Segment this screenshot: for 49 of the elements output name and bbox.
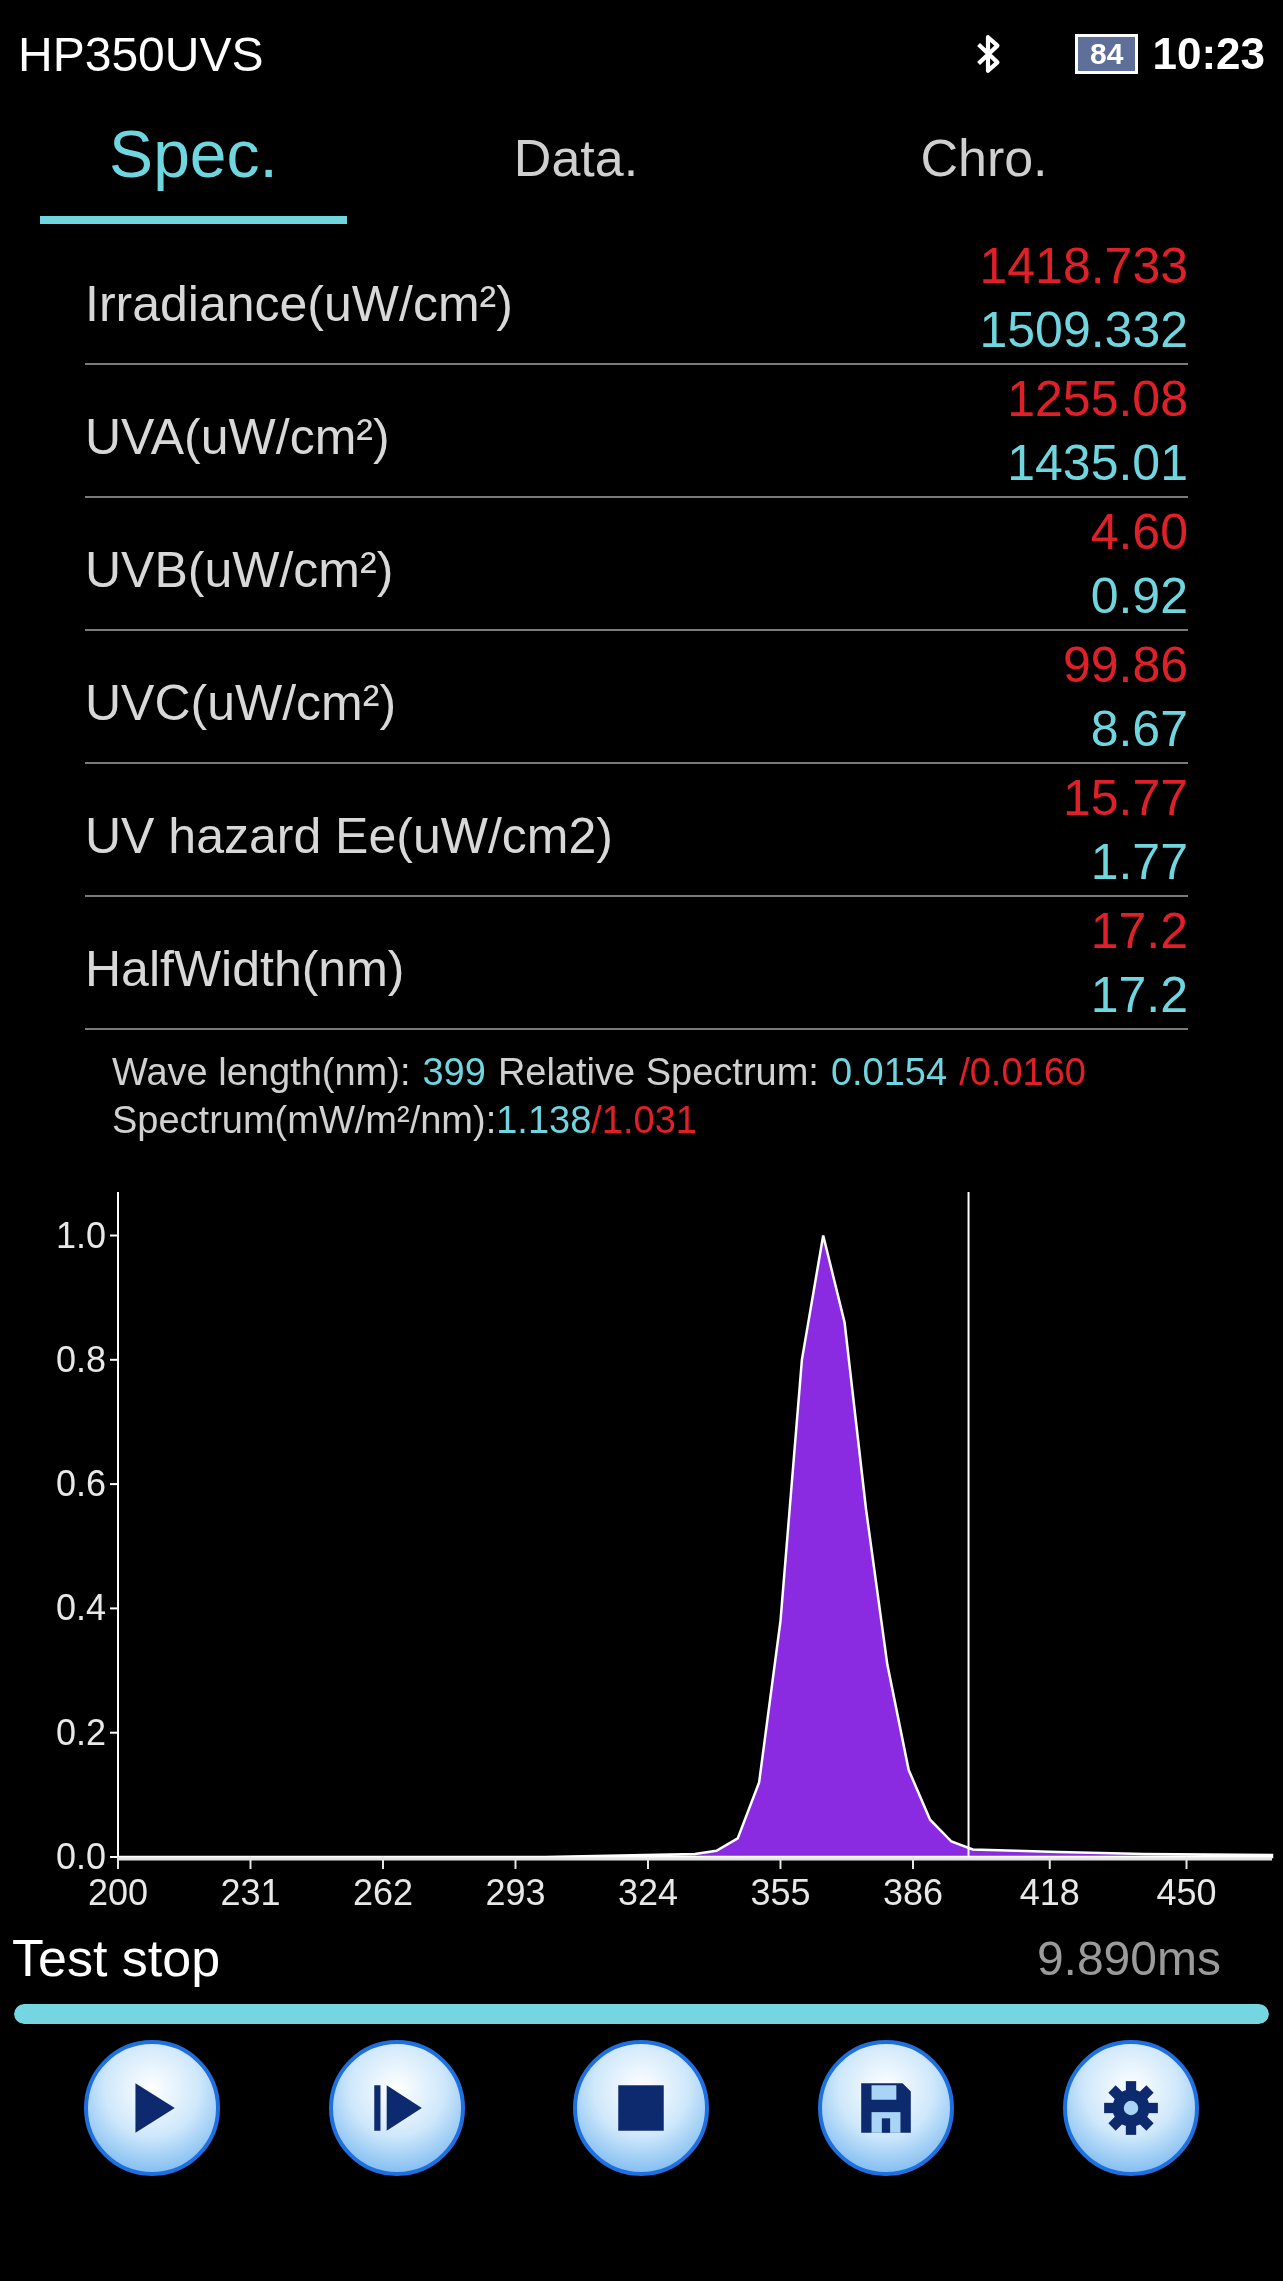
- cursor-line[interactable]: [967, 1191, 970, 1858]
- y-tick-label: 0.6: [55, 1463, 106, 1505]
- measured-value: 17.2: [1090, 965, 1188, 1025]
- x-tick-label: 324: [617, 1872, 678, 1912]
- device-title: HP350UVS: [18, 26, 264, 82]
- x-tick-label: 450: [1156, 1872, 1217, 1912]
- reading-label: Irradiance(uW/cm²): [85, 274, 513, 333]
- cursor-info-text: 0.0154: [830, 1050, 948, 1095]
- measured-value: 1435.01: [1007, 433, 1188, 493]
- tab[interactable]: Chro.: [835, 110, 1133, 212]
- cursor-info-text: 1.138: [496, 1098, 592, 1143]
- reading-label: UV hazard Ee(uW/cm2): [85, 806, 613, 865]
- reference-value: 17.2: [1090, 901, 1188, 961]
- reference-value: 4.60: [1090, 502, 1188, 562]
- cursor-info-text: /1.031: [591, 1098, 697, 1143]
- cursor-info-text: 399: [422, 1050, 486, 1095]
- y-tick-label: 1.0: [55, 1214, 106, 1256]
- measured-value: 0.92: [1090, 566, 1188, 626]
- reference-value: 1418.733: [979, 236, 1188, 296]
- reading-label: HalfWidth(nm): [85, 939, 405, 998]
- measured-value: 1.77: [1090, 832, 1188, 892]
- y-tick-label: 0.2: [55, 1711, 106, 1753]
- cursor-info-text: /0.0160: [959, 1050, 1086, 1095]
- cursor-info-text: Wave length(nm):: [112, 1050, 411, 1095]
- y-tick-label: 0.8: [55, 1338, 106, 1380]
- bluetooth-icon: [975, 33, 1002, 75]
- x-tick-label: 262: [352, 1872, 414, 1912]
- cursor-info-text: Relative Spectrum:: [497, 1050, 819, 1095]
- x-tick-label: 386: [882, 1872, 943, 1912]
- clock-time: 10:23: [1152, 29, 1265, 79]
- status-text: Test stop: [12, 1928, 221, 1988]
- y-tick-label: 0.4: [55, 1587, 106, 1629]
- x-tick-label: 231: [220, 1872, 281, 1912]
- integration-time: 9.890ms: [1036, 1930, 1221, 1986]
- tab[interactable]: Data.: [427, 110, 725, 212]
- cursor-info-text: Spectrum(mW/m²/nm):: [112, 1098, 497, 1143]
- x-tick-label: 418: [1019, 1872, 1080, 1912]
- reading-label: UVC(uW/cm²): [85, 673, 397, 732]
- reference-value: 15.77: [1062, 768, 1188, 828]
- x-tick-label: 355: [750, 1872, 811, 1912]
- tab[interactable]: Spec.: [40, 98, 347, 224]
- reference-value: 1255.08: [1007, 369, 1188, 429]
- reading-label: UVA(uW/cm²): [85, 407, 390, 466]
- reading-label: UVB(uW/cm²): [85, 540, 394, 599]
- reference-value: 99.86: [1062, 635, 1188, 695]
- battery-indicator: 84: [1075, 34, 1139, 74]
- measured-value: 8.67: [1090, 699, 1188, 759]
- measured-value: 1509.332: [979, 300, 1188, 360]
- x-tick-label: 293: [485, 1872, 546, 1912]
